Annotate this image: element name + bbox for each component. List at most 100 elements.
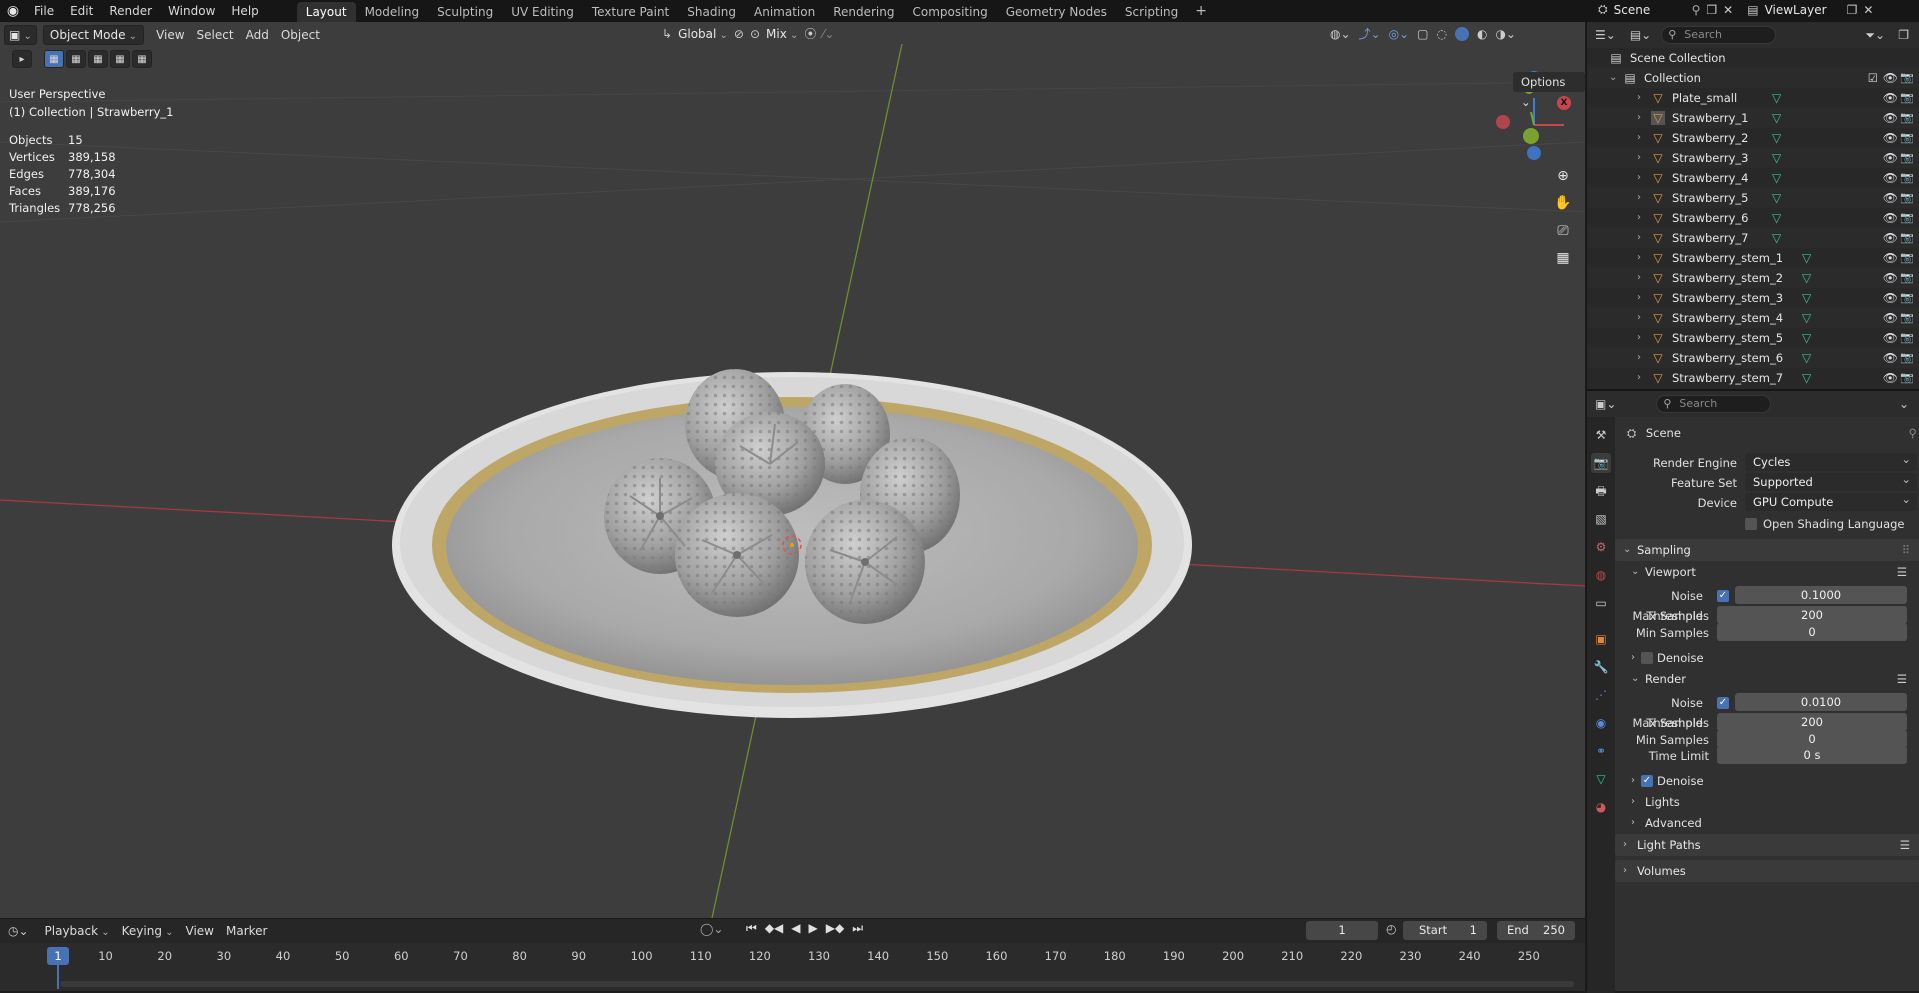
visibility-eye-icon[interactable]: 👁	[1883, 368, 1898, 388]
particles-tab-icon[interactable]: ⋰	[1591, 685, 1611, 705]
visibility-eye-icon[interactable]: 👁	[1883, 68, 1898, 88]
properties-search-input[interactable]: Search	[1656, 395, 1772, 413]
select-new-icon[interactable]: ▦	[44, 50, 64, 68]
timeline-editor-type-icon[interactable]: ◷⌄	[8, 924, 29, 938]
mesh-data-icon[interactable]: ▽	[1802, 268, 1811, 288]
visibility-eye-icon[interactable]: 👁	[1883, 208, 1898, 228]
chevron-right-icon[interactable]: ›	[1637, 308, 1651, 328]
outliner-object-row[interactable]: › ▽ Strawberry_1 ▽ 👁 📷	[1587, 108, 1919, 128]
menu-window[interactable]: Window	[160, 0, 223, 22]
mesh-data-icon[interactable]: ▽	[1802, 368, 1811, 388]
chevron-right-icon[interactable]: ›	[1637, 128, 1651, 148]
chevron-right-icon[interactable]: ›	[1637, 148, 1651, 168]
chevron-right-icon[interactable]: ›	[1637, 228, 1651, 248]
tab-compositing[interactable]: Compositing	[903, 2, 996, 22]
blender-logo-icon[interactable]: ◉	[0, 3, 26, 19]
data-tab-icon[interactable]: ▽	[1591, 769, 1611, 789]
visibility-eye-icon[interactable]: 👁	[1883, 308, 1898, 328]
menu-timeline-view[interactable]: View	[180, 921, 220, 941]
material-tab-icon[interactable]: ◕	[1591, 797, 1611, 817]
menu-playback[interactable]: Playback	[39, 921, 116, 941]
render-camera-icon[interactable]: 📷	[1900, 288, 1914, 308]
viewport-min-samples-field[interactable]: 0	[1717, 623, 1907, 641]
render-camera-icon[interactable]: 📷	[1900, 108, 1914, 128]
filter-icon[interactable]: ⏷⌄	[1865, 28, 1885, 43]
gizmo-toggle-icon[interactable]: ⤴⌄	[1359, 25, 1381, 42]
render-max-samples-field[interactable]: 200	[1717, 713, 1907, 731]
mesh-data-icon[interactable]: ▽	[1802, 288, 1811, 308]
falloff-icon[interactable]: ⁄⌄	[822, 27, 834, 41]
outliner-object-row[interactable]: › ▽ Strawberry_stem_4 ▽ 👁 📷	[1587, 308, 1919, 328]
constraints-tab-icon[interactable]: ⚭	[1591, 741, 1611, 761]
transform-orientation-dropdown[interactable]: Global	[678, 27, 728, 41]
scene-tab-icon[interactable]: ⚙	[1591, 537, 1611, 557]
chevron-right-icon[interactable]: ⌄	[1609, 68, 1623, 88]
mesh-data-icon[interactable]: ▽	[1772, 168, 1781, 188]
mesh-data-icon[interactable]: ▽	[1802, 248, 1811, 268]
display-mode-icon[interactable]: ▤⌄	[1630, 28, 1651, 42]
delete-viewlayer-button[interactable]: ✕	[1863, 3, 1873, 17]
presets-list-icon[interactable]: ☰	[1897, 562, 1907, 582]
timeline-ruler[interactable]: 10 20 30 40 50 60 70 80 90 100 110 120 130 140 150 160 1…	[0, 943, 1585, 989]
exclude-checkbox[interactable]: ☑	[1868, 68, 1878, 88]
outliner-object-row[interactable]: › ▽ Plate_small ▽ 👁 📷	[1587, 88, 1919, 108]
mesh-data-icon[interactable]: ▽	[1802, 348, 1811, 368]
outliner-object-row[interactable]: › ▽ Strawberry_stem_1 ▽ 👁 📷	[1587, 248, 1919, 268]
visibility-eye-icon[interactable]: 👁	[1883, 128, 1898, 148]
select-tool-icon[interactable]: ▸	[12, 50, 32, 68]
end-frame-field[interactable]: End 250	[1497, 921, 1575, 940]
play-icon[interactable]: ▶	[809, 921, 818, 936]
visibility-eye-icon[interactable]: 👁	[1883, 268, 1898, 288]
properties-editor-type-icon[interactable]: ▣⌄	[1595, 397, 1616, 411]
proportional-edit-icon[interactable]: ⦿	[804, 25, 816, 42]
volumes-panel-header[interactable]: › Volumes	[1615, 860, 1919, 882]
chevron-right-icon[interactable]: ›	[1637, 368, 1651, 388]
tab-texture-paint[interactable]: Texture Paint	[583, 2, 678, 22]
preview-range-icon[interactable]: ◴	[1386, 922, 1396, 936]
render-noise-threshold-field[interactable]: 0.0100	[1735, 693, 1907, 711]
device-dropdown[interactable]: GPU Compute	[1745, 490, 1917, 511]
chevron-right-icon[interactable]: ›	[1637, 288, 1651, 308]
delete-scene-button[interactable]: ✕	[1723, 3, 1733, 17]
advanced-subpanel[interactable]: › Advanced	[1627, 813, 1702, 833]
jump-end-icon[interactable]: ⏭	[852, 921, 863, 936]
render-camera-icon[interactable]: 📷	[1900, 268, 1914, 288]
mesh-data-icon[interactable]: ▽	[1772, 128, 1781, 148]
wireframe-shading-icon[interactable]: ◌	[1436, 27, 1446, 41]
timeline-scrollbar[interactable]	[60, 981, 1574, 987]
render-camera-icon[interactable]: 📷	[1900, 368, 1914, 388]
viewport-denoise-subpanel[interactable]: › Denoise	[1627, 648, 1704, 668]
auto-keying-icon[interactable]: ◯⌄	[700, 922, 723, 936]
visibility-eye-icon[interactable]: 👁	[1883, 148, 1898, 168]
gizmo-x-axis[interactable]: X	[1557, 96, 1571, 110]
view-layer-tab-icon[interactable]: ▧	[1591, 509, 1611, 529]
mesh-data-icon[interactable]: ▽	[1772, 148, 1781, 168]
menu-file[interactable]: File	[26, 0, 62, 22]
chevron-right-icon[interactable]: ›	[1637, 328, 1651, 348]
snap-icon[interactable]: ⊙	[750, 27, 760, 41]
output-tab-icon[interactable]: 🖶	[1591, 481, 1611, 501]
drag-handle-icon[interactable]: ⠿	[1902, 539, 1910, 561]
outliner-object-row[interactable]: › ▽ Strawberry_stem_6 ▽ 👁 📷	[1587, 348, 1919, 368]
tab-rendering[interactable]: Rendering	[824, 2, 903, 22]
jump-start-icon[interactable]: ⏮	[746, 921, 757, 936]
viewport-noise-threshold-checkbox[interactable]: ✓	[1717, 590, 1729, 602]
mesh-data-icon[interactable]: ▽	[1802, 328, 1811, 348]
pin-properties-icon[interactable]: ⚲	[1909, 423, 1917, 443]
physics-tab-icon[interactable]: ◉	[1591, 713, 1611, 733]
chevron-right-icon[interactable]: ›	[1637, 188, 1651, 208]
menu-help[interactable]: Help	[223, 0, 266, 22]
render-noise-threshold-checkbox[interactable]: ✓	[1717, 697, 1729, 709]
editor-type-icon[interactable]: ▣	[4, 25, 37, 45]
osl-checkbox[interactable]	[1745, 518, 1757, 530]
solid-shading-icon[interactable]	[1454, 26, 1469, 41]
select-invert-icon[interactable]: ▦	[110, 50, 130, 68]
render-camera-icon[interactable]: 📷	[1900, 88, 1914, 108]
render-engine-dropdown[interactable]: Cycles	[1745, 450, 1917, 471]
menu-keying[interactable]: Keying	[116, 921, 180, 941]
tool-tab-icon[interactable]: ⚒	[1591, 425, 1611, 445]
render-tab-icon[interactable]: 📷	[1591, 453, 1611, 473]
mesh-data-icon[interactable]: ▽	[1772, 228, 1781, 248]
pin-icon[interactable]: ⚲	[1692, 3, 1701, 17]
render-subpanel-header[interactable]: ⌄ Render ☰	[1627, 669, 1917, 689]
